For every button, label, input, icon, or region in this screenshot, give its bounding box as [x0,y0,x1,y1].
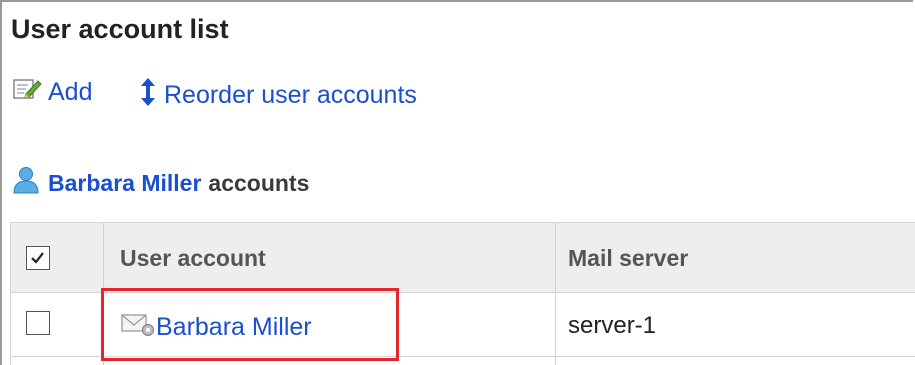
user-account-link[interactable]: Barbara Miller [120,311,312,344]
section-heading: Barbara Miller accounts [12,166,309,200]
column-divider [103,222,104,365]
user-icon [12,166,40,200]
user-account-table: User account Mail server Barbara Miller … [10,222,915,365]
table-row [10,357,915,365]
reorder-user-accounts-button[interactable]: Reorder user accounts [138,77,417,114]
user-name-link[interactable]: Barbara Miller [48,170,201,197]
edit-note-icon [12,77,42,108]
add-label: Add [48,78,93,106]
select-all-checkbox[interactable] [26,246,50,270]
mail-settings-icon [120,311,156,344]
table-row: Barbara Miller server-1 [10,293,915,357]
section-suffix: accounts [208,169,310,196]
column-divider [555,222,556,365]
add-button[interactable]: Add [12,77,92,108]
column-header-user-account[interactable]: User account [120,245,266,272]
table-header-row: User account Mail server [10,222,915,293]
column-header-mail-server[interactable]: Mail server [568,245,688,272]
user-account-name: Barbara Miller [156,313,312,341]
reorder-label: Reorder user accounts [164,81,417,109]
column-divider [10,222,11,365]
page-title: User account list [11,14,229,44]
row-checkbox[interactable] [26,311,50,335]
mail-server-value: server-1 [568,312,657,339]
up-down-arrow-icon [138,77,158,114]
